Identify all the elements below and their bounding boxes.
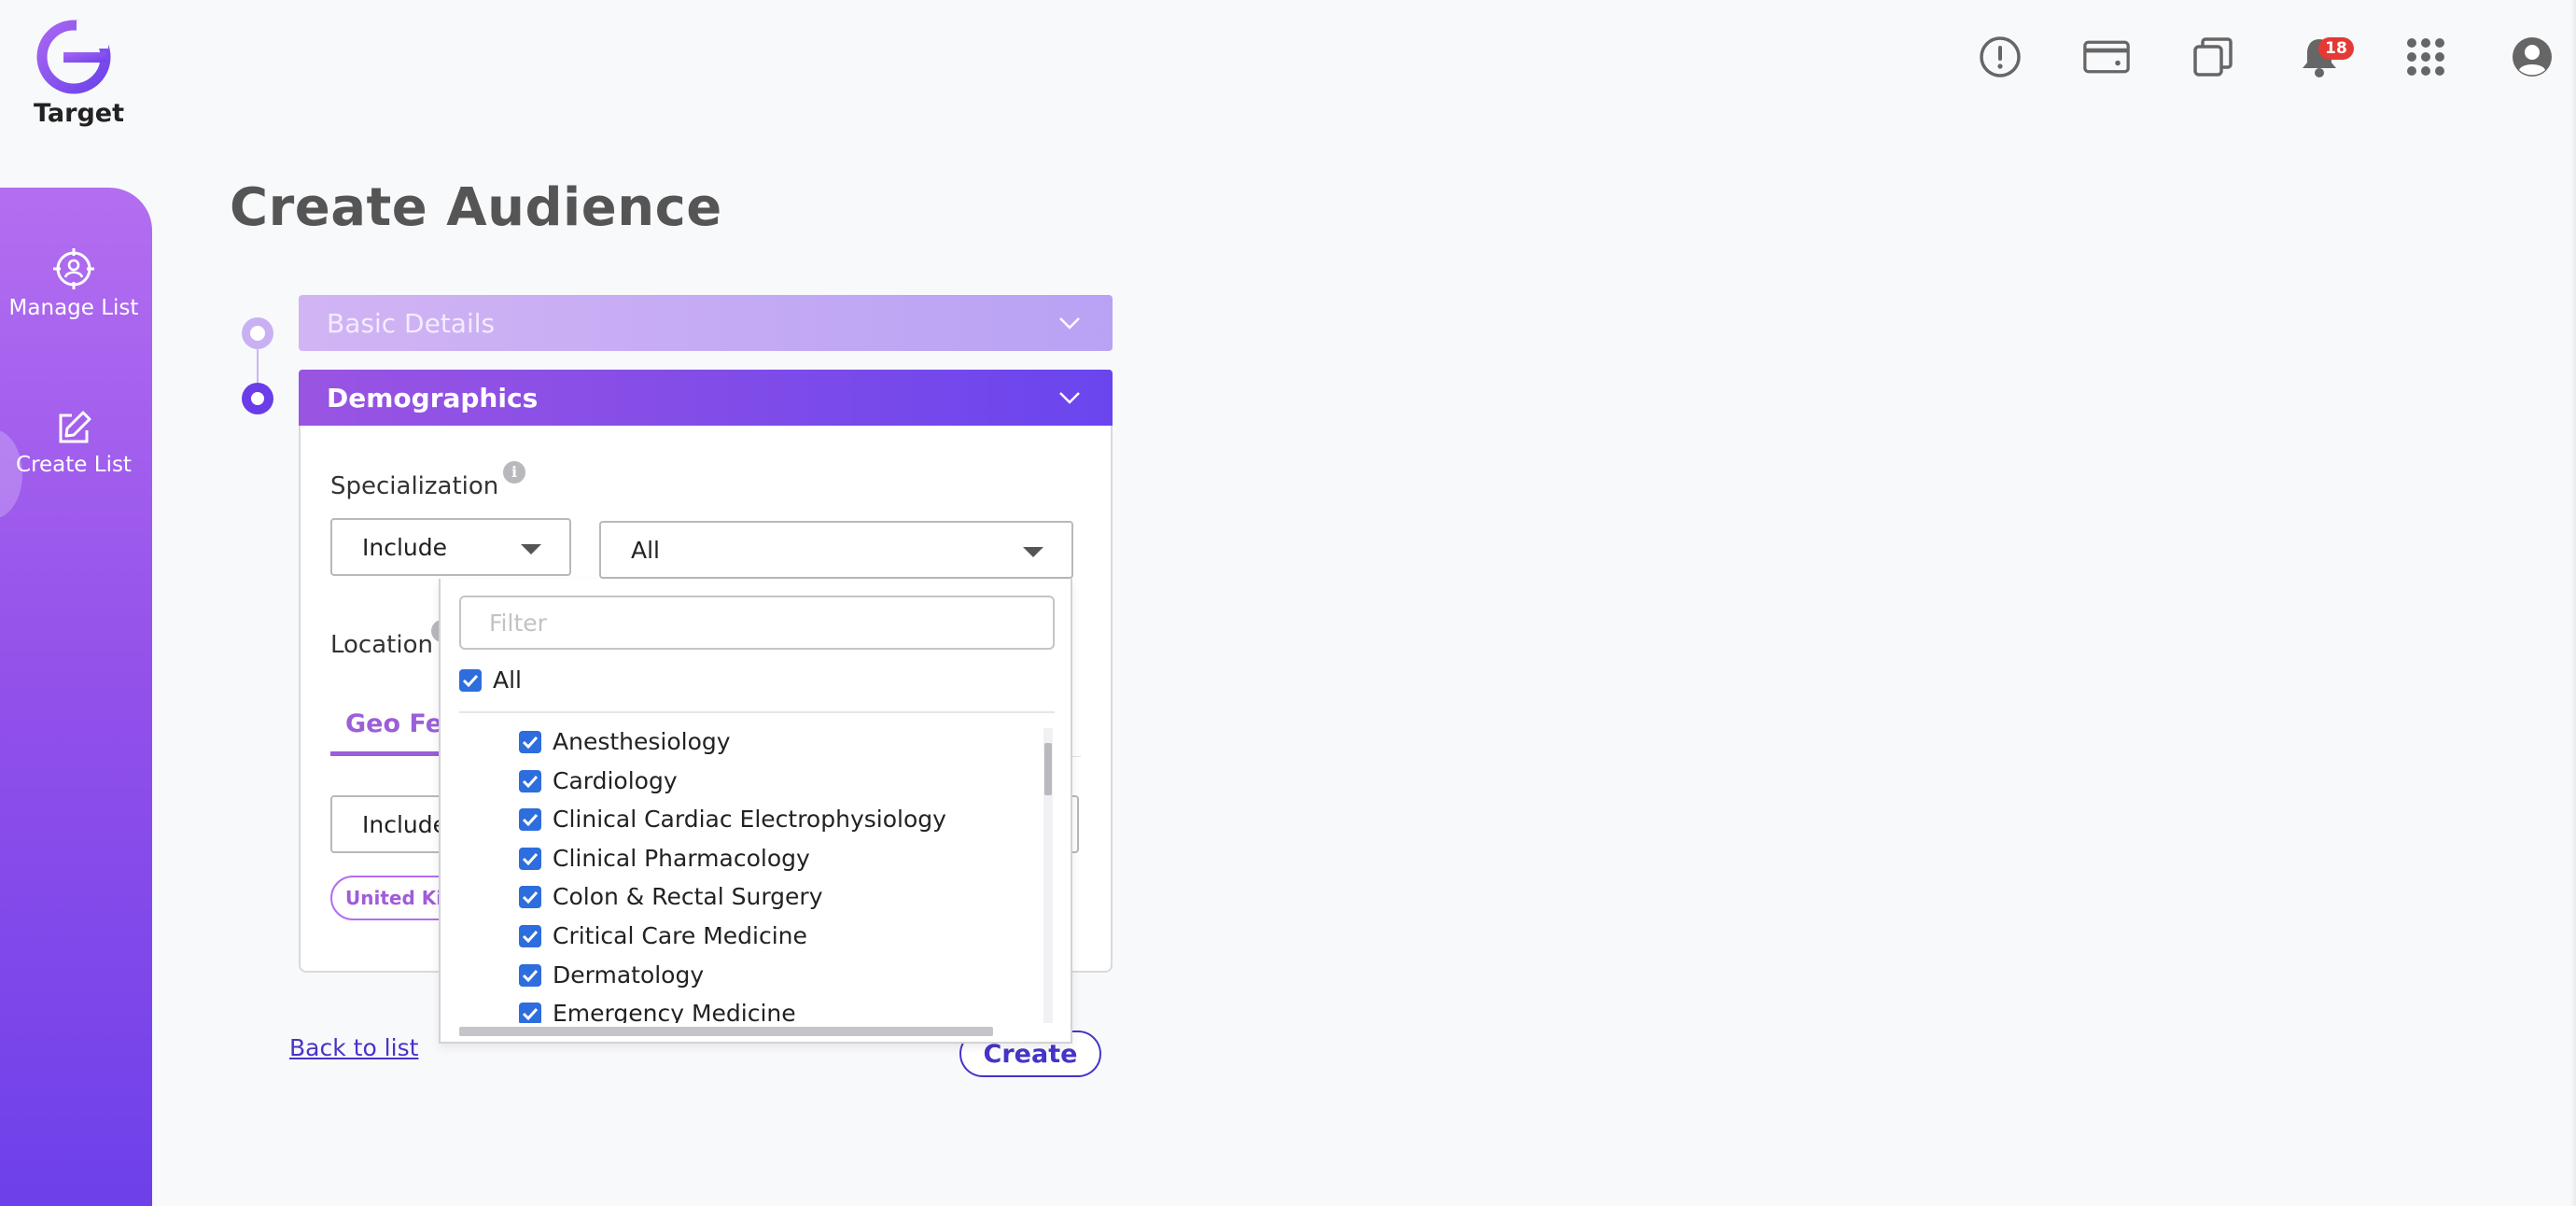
caret-down-icon: [1023, 547, 1043, 557]
top-toolbar: 18: [1977, 34, 2555, 80]
list-item[interactable]: Anesthesiology: [519, 728, 731, 755]
accordion-demographics[interactable]: Demographics: [299, 370, 1113, 426]
back-to-list-link[interactable]: Back to list: [289, 1034, 418, 1061]
step-dot-demographics: [242, 383, 273, 414]
select-value: All: [631, 536, 660, 564]
checkbox-checked[interactable]: [519, 847, 541, 870]
step-dot-basic-details: [242, 317, 273, 349]
checkbox-checked[interactable]: [519, 769, 541, 792]
option-label: Dermatology: [553, 961, 705, 989]
select-value: Include: [362, 810, 448, 838]
list-item[interactable]: Clinical Cardiac Electrophysiology: [519, 806, 946, 833]
target-user-icon: [53, 248, 94, 289]
option-label: Critical Care Medicine: [553, 922, 807, 949]
list-item[interactable]: Dermatology: [519, 961, 704, 989]
checkbox-checked[interactable]: [519, 885, 541, 908]
option-label: Clinical Cardiac Electrophysiology: [553, 806, 946, 833]
check-icon: [522, 969, 539, 982]
divider: [459, 711, 1055, 713]
card-icon[interactable]: [2083, 34, 2130, 80]
specialization-mode-select[interactable]: Include: [330, 518, 571, 576]
app-logo[interactable]: Target: [34, 19, 125, 128]
specialization-value-select[interactable]: All: [599, 521, 1073, 579]
accordion-basic-details[interactable]: Basic Details: [299, 295, 1113, 351]
sidebar: Manage List Create List: [0, 188, 152, 1206]
checkbox-checked[interactable]: [519, 963, 541, 987]
sidebar-item-create-list[interactable]: Create List: [0, 410, 147, 477]
info-icon[interactable]: i: [503, 461, 525, 484]
copy-icon[interactable]: [2190, 34, 2236, 80]
checkbox-checked[interactable]: [459, 668, 482, 692]
option-label: Clinical Pharmacology: [553, 845, 810, 872]
location-label: Location: [330, 631, 433, 659]
filter-input[interactable]: [459, 596, 1055, 650]
select-all-option[interactable]: All: [459, 666, 522, 694]
specialization-options-list: Anesthesiology Cardiology Clinical Cardi…: [459, 726, 1043, 1023]
list-item[interactable]: Colon & Rectal Surgery: [519, 883, 823, 910]
checkbox-checked[interactable]: [519, 807, 541, 831]
account-icon[interactable]: [2509, 34, 2555, 80]
specialization-dropdown: All Anesthesiology Cardiology Clinical C…: [439, 579, 1072, 1044]
option-label: All: [493, 666, 522, 694]
chevron-down-icon: [1059, 317, 1080, 330]
option-label: Emergency Medicine: [553, 1000, 796, 1023]
option-label: Colon & Rectal Surgery: [553, 883, 823, 910]
list-item[interactable]: Critical Care Medicine: [519, 922, 807, 949]
list-item[interactable]: Cardiology: [519, 767, 678, 794]
list-item[interactable]: Clinical Pharmacology: [519, 845, 810, 872]
check-icon: [522, 775, 539, 788]
window-edge-shadow: [2570, 0, 2576, 1206]
accordion-title: Basic Details: [327, 307, 496, 339]
specialization-label: Specialization: [330, 472, 499, 500]
check-icon: [462, 674, 479, 687]
notification-badge: 18: [2318, 37, 2354, 60]
horizontal-scrollbar-thumb[interactable]: [459, 1027, 993, 1036]
edit-icon: [59, 411, 91, 443]
checkbox-checked[interactable]: [519, 730, 541, 753]
select-value: Include: [362, 533, 448, 561]
vertical-scrollbar-thumb[interactable]: [1044, 743, 1052, 795]
notifications-button[interactable]: 18: [2296, 34, 2354, 80]
alert-icon[interactable]: [1977, 34, 2023, 80]
apps-grid-icon[interactable]: [2402, 34, 2449, 80]
caret-down-icon: [521, 544, 541, 554]
target-logo-icon: [36, 20, 111, 94]
checkbox-checked[interactable]: [519, 1002, 541, 1023]
chevron-down-icon: [1059, 392, 1080, 404]
check-icon: [522, 1007, 539, 1020]
option-label: Cardiology: [553, 767, 678, 794]
list-item[interactable]: Emergency Medicine: [519, 1000, 796, 1023]
page-title: Create Audience: [230, 177, 722, 238]
check-icon: [522, 813, 539, 826]
sidebar-item-manage-list[interactable]: Manage List: [0, 247, 147, 320]
checkbox-checked[interactable]: [519, 924, 541, 947]
check-icon: [522, 890, 539, 904]
option-label: Anesthesiology: [553, 728, 731, 755]
check-icon: [522, 930, 539, 943]
check-icon: [522, 852, 539, 865]
check-icon: [522, 736, 539, 749]
app-name: Target: [34, 99, 125, 128]
sidebar-item-label: Manage List: [8, 296, 139, 320]
accordion-title: Demographics: [327, 382, 539, 414]
